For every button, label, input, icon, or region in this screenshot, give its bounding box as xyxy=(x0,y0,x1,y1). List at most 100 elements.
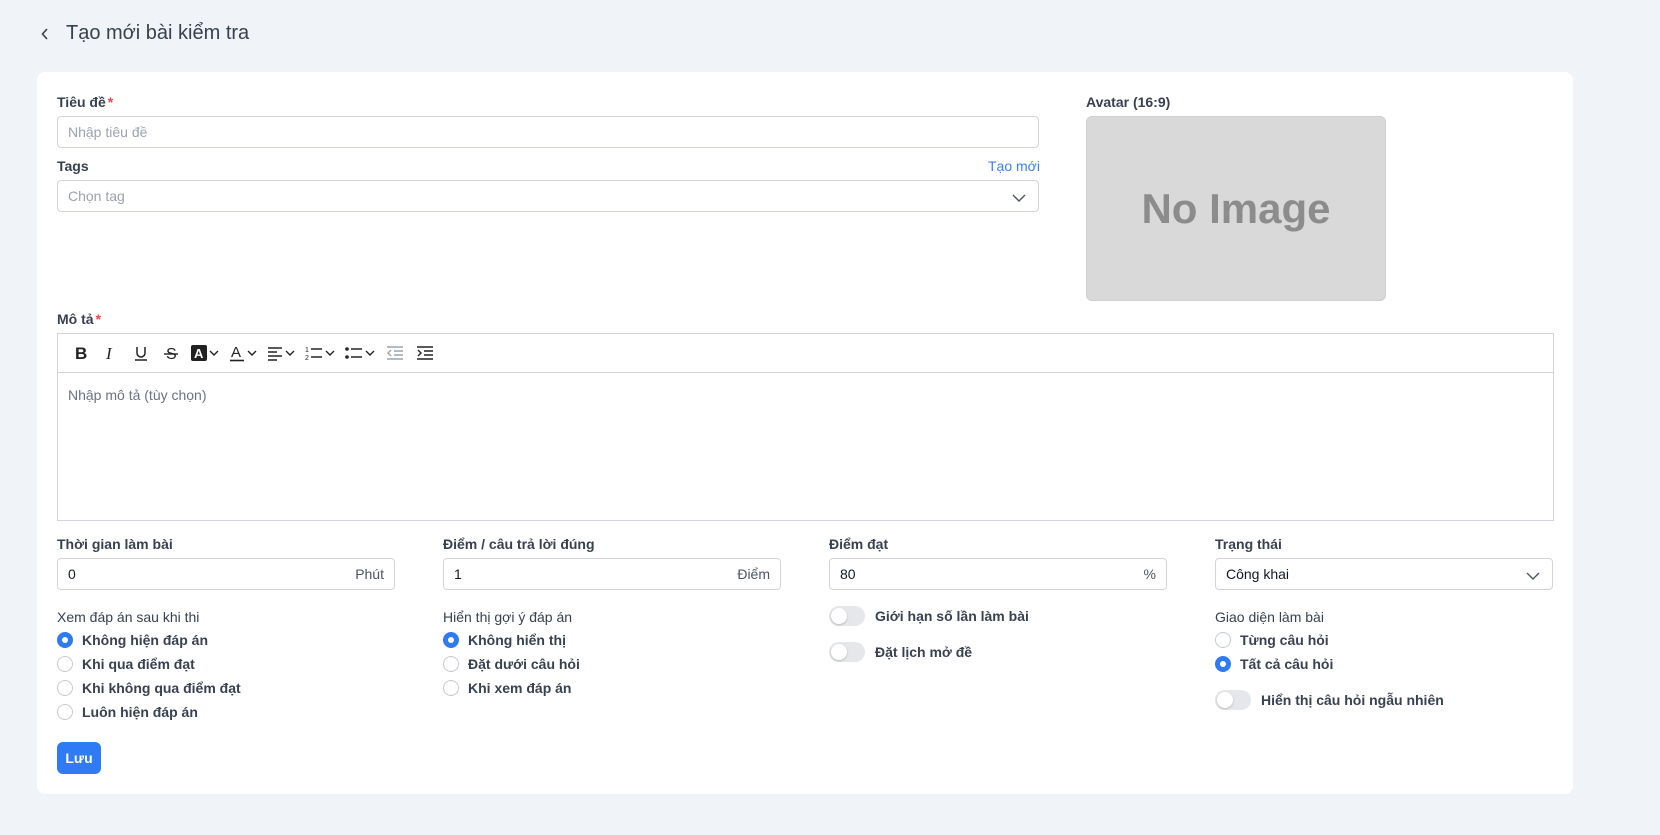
editor-toolbar: B I S A A 12 xyxy=(58,334,1553,373)
radio-label: Từng câu hỏi xyxy=(1240,632,1329,648)
radio-show-answer-2[interactable]: Khi không qua điểm đạt xyxy=(57,680,241,696)
title-field[interactable] xyxy=(57,116,1039,148)
required-mark: * xyxy=(95,311,102,327)
status-label: Trạng thái xyxy=(1215,536,1282,552)
radio-layout-0[interactable]: Từng câu hỏi xyxy=(1215,632,1329,648)
radio-label: Đặt dưới câu hỏi xyxy=(468,656,580,672)
points-input[interactable] xyxy=(454,566,730,582)
radio-label: Không hiển thị xyxy=(468,632,566,648)
highlight-color-dropdown[interactable]: A xyxy=(188,340,222,366)
italic-icon[interactable]: I xyxy=(98,340,124,366)
radio-hint-2[interactable]: Khi xem đáp án xyxy=(443,680,571,696)
points-field[interactable]: Điểm xyxy=(443,558,781,590)
svg-text:I: I xyxy=(105,345,113,361)
time-unit: Phút xyxy=(355,566,384,582)
save-button[interactable]: Lưu xyxy=(57,742,101,774)
no-image-text: No Image xyxy=(1141,184,1331,232)
tags-placeholder: Chọn tag xyxy=(68,188,125,204)
radio-show-answer-1[interactable]: Khi qua điểm đạt xyxy=(57,656,195,672)
bold-icon[interactable]: B xyxy=(68,340,94,366)
toggle-switch[interactable] xyxy=(829,642,865,662)
toggle-schedule[interactable]: Đặt lịch mở đề xyxy=(829,642,972,662)
toggle-switch[interactable] xyxy=(1215,690,1251,710)
required-mark: * xyxy=(107,94,114,110)
radio-unchecked-icon[interactable] xyxy=(57,656,73,672)
form-card: Tiêu đề* Tags Tạo mới Chọn tag Avatar (1… xyxy=(37,72,1573,794)
radio-show-answer-0[interactable]: Không hiện đáp án xyxy=(57,632,208,648)
outdent-icon[interactable] xyxy=(382,340,408,366)
toggle-random-order[interactable]: Hiển thị câu hỏi ngẫu nhiên xyxy=(1215,690,1444,710)
svg-text:1: 1 xyxy=(305,347,309,354)
chevron-down-icon xyxy=(325,350,335,356)
radio-label: Không hiện đáp án xyxy=(82,632,208,648)
show-answer-label: Xem đáp án sau khi thi xyxy=(57,609,200,625)
radio-checked-icon[interactable] xyxy=(57,632,73,648)
svg-text:B: B xyxy=(75,345,87,361)
text-color-dropdown[interactable]: A xyxy=(226,340,260,366)
pass-score-label: Điểm đạt xyxy=(829,536,889,552)
align-dropdown[interactable] xyxy=(264,340,298,366)
avatar-upload[interactable]: No Image xyxy=(1086,116,1386,301)
page-title: Tạo mới bài kiểm tra xyxy=(66,22,250,44)
radio-unchecked-icon[interactable] xyxy=(443,680,459,696)
chevron-down-icon xyxy=(365,350,375,356)
points-unit: Điểm xyxy=(737,566,770,582)
toggle-switch[interactable] xyxy=(829,606,865,626)
radio-unchecked-icon[interactable] xyxy=(1215,632,1231,648)
pass-score-field[interactable]: % xyxy=(829,558,1167,590)
radio-unchecked-icon[interactable] xyxy=(443,656,459,672)
svg-text:2: 2 xyxy=(305,355,309,361)
toggle-limit-attempts[interactable]: Giới hạn số lần làm bài xyxy=(829,606,1029,626)
radio-checked-icon[interactable] xyxy=(443,632,459,648)
radio-unchecked-icon[interactable] xyxy=(57,680,73,696)
pass-score-input[interactable] xyxy=(840,566,1136,582)
radio-layout-1[interactable]: Tất cả câu hỏi xyxy=(1215,656,1333,672)
radio-checked-icon[interactable] xyxy=(1215,656,1231,672)
create-tag-link[interactable]: Tạo mới xyxy=(988,158,1040,174)
description-label: Mô tả * xyxy=(57,311,101,327)
back-chevron-icon[interactable] xyxy=(38,27,52,41)
radio-unchecked-icon[interactable] xyxy=(57,704,73,720)
title-input[interactable] xyxy=(68,124,1028,140)
toggle-label: Giới hạn số lần làm bài xyxy=(875,608,1029,624)
indent-icon[interactable] xyxy=(412,340,438,366)
status-select[interactable]: Công khai xyxy=(1215,558,1553,590)
chevron-down-icon xyxy=(1012,190,1026,206)
description-editor: B I S A A 12 Nhập mô tả (tùy chọn) xyxy=(57,333,1554,521)
radio-label: Tất cả câu hỏi xyxy=(1240,656,1334,672)
description-input[interactable]: Nhập mô tả (tùy chọn) xyxy=(58,373,1553,417)
chevron-down-icon xyxy=(209,350,219,356)
hint-label: Hiển thị gợi ý đáp án xyxy=(443,609,573,625)
radio-label: Khi qua điểm đạt xyxy=(82,656,195,672)
underline-icon[interactable] xyxy=(128,340,154,366)
radio-hint-1[interactable]: Đặt dưới câu hỏi xyxy=(443,656,580,672)
strikethrough-icon[interactable]: S xyxy=(158,340,184,366)
highlight-icon: A xyxy=(191,345,207,361)
title-label-text: Tiêu đề xyxy=(57,94,106,110)
ordered-list-icon: 12 xyxy=(305,347,322,361)
toggle-label: Đặt lịch mở đề xyxy=(875,644,973,660)
radio-hint-0[interactable]: Không hiển thị xyxy=(443,632,566,648)
time-input[interactable] xyxy=(68,566,348,582)
avatar-label: Avatar (16:9) xyxy=(1086,94,1171,110)
layout-mode-label: Giao diện làm bài xyxy=(1215,609,1324,625)
time-label: Thời gian làm bài xyxy=(57,536,173,552)
tags-select[interactable]: Chọn tag xyxy=(57,180,1039,212)
page-header: Tạo mới bài kiểm tra xyxy=(38,22,249,45)
radio-label: Luôn hiện đáp án xyxy=(82,704,198,720)
bullet-list-dropdown[interactable] xyxy=(342,340,378,366)
toggle-label: Hiển thị câu hỏi ngẫu nhiên xyxy=(1261,692,1444,708)
chevron-down-icon xyxy=(247,350,257,356)
chevron-down-icon xyxy=(285,350,295,356)
tags-label: Tags xyxy=(57,158,89,174)
radio-label: Khi xem đáp án xyxy=(468,680,572,696)
text-color-icon: A xyxy=(230,344,244,362)
ordered-list-dropdown[interactable]: 12 xyxy=(302,340,338,366)
svg-text:A: A xyxy=(194,346,204,361)
status-value: Công khai xyxy=(1226,566,1290,582)
title-label: Tiêu đề * xyxy=(57,94,113,110)
time-field[interactable]: Phút xyxy=(57,558,395,590)
bullet-list-icon xyxy=(345,347,362,359)
radio-show-answer-3[interactable]: Luôn hiện đáp án xyxy=(57,704,198,720)
svg-text:A: A xyxy=(231,344,241,361)
